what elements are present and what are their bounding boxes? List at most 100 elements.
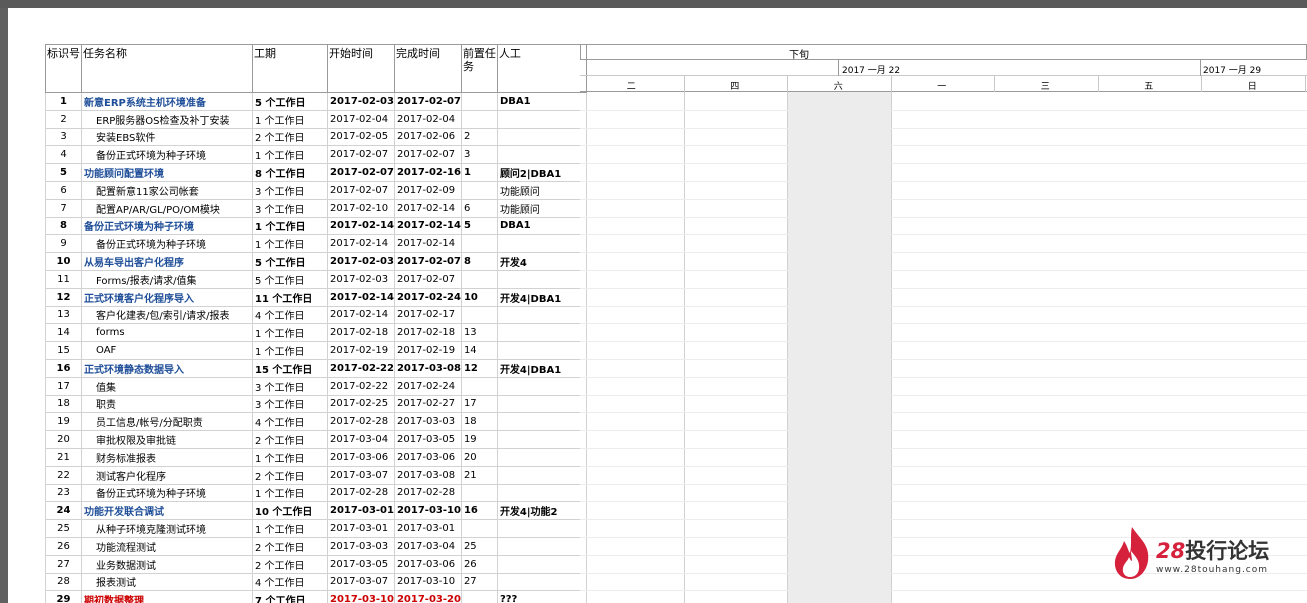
cell-start[interactable]: 2017-02-25 <box>327 394 395 414</box>
cell-finish[interactable]: 2017-02-14 <box>393 234 462 254</box>
cell-finish[interactable]: 2017-02-14 <box>393 216 462 236</box>
cell-name[interactable]: 员工信息/帐号/分配职责 <box>81 412 253 432</box>
table-row[interactable]: 7 配置AP/AR/GL/PO/OM模块 3 个工作日 2017-02-10 2017-… <box>45 198 587 218</box>
cell-name[interactable]: 业务数据测试 <box>81 554 253 574</box>
cell-name[interactable]: 正式环境静态数据导入 <box>81 358 253 378</box>
cell-name[interactable]: 从种子环境克隆测试环境 <box>81 519 253 538</box>
cell-id[interactable]: 17 <box>45 376 82 396</box>
cell-duration[interactable]: 1 个工作日 <box>252 145 328 165</box>
cell-pred[interactable] <box>460 376 498 396</box>
col-header-duration[interactable]: 工期 <box>252 44 328 93</box>
cell-finish[interactable]: 2017-02-28 <box>393 483 462 503</box>
cell-resource[interactable] <box>496 234 587 254</box>
cell-pred[interactable] <box>460 180 498 200</box>
cell-start[interactable]: 2017-02-22 <box>327 376 395 396</box>
cell-start[interactable]: 2017-03-04 <box>327 430 395 449</box>
cell-resource[interactable] <box>496 269 587 289</box>
col-header-id[interactable]: 标识号 <box>45 44 82 93</box>
table-row[interactable]: 22 测试客户化程序 2 个工作日 2017-03-07 2017-03-08 21 <box>45 465 587 485</box>
cell-pred[interactable]: 25 <box>460 536 498 556</box>
cell-id[interactable]: 9 <box>45 234 82 254</box>
cell-resource[interactable] <box>496 483 587 503</box>
cell-resource[interactable]: 功能顾问 <box>496 180 587 200</box>
cell-resource[interactable] <box>496 465 587 485</box>
cell-id[interactable]: 24 <box>45 501 82 521</box>
cell-duration[interactable]: 2 个工作日 <box>252 536 328 556</box>
cell-name[interactable]: 功能流程测试 <box>81 536 253 556</box>
cell-start[interactable]: 2017-02-18 <box>327 323 395 343</box>
cell-duration[interactable]: 15 个工作日 <box>252 358 328 378</box>
cell-start[interactable]: 2017-02-05 <box>327 127 395 147</box>
cell-finish[interactable]: 2017-03-10 <box>393 572 462 592</box>
cell-start[interactable]: 2017-02-14 <box>327 234 395 254</box>
cell-id[interactable]: 3 <box>45 127 82 147</box>
cell-finish[interactable]: 2017-02-24 <box>393 376 462 396</box>
cell-id[interactable]: 1 <box>45 92 82 111</box>
cell-pred[interactable] <box>460 92 498 111</box>
cell-resource[interactable] <box>496 412 587 432</box>
table-row[interactable]: 9 备份正式环境为种子环境 1 个工作日 2017-02-14 2017-02-14 <box>45 234 587 254</box>
cell-duration[interactable]: 2 个工作日 <box>252 554 328 574</box>
cell-name[interactable]: Forms/报表/请求/值集 <box>81 269 253 289</box>
cell-start[interactable]: 2017-03-07 <box>327 465 395 485</box>
table-row[interactable]: 5 功能顾问配置环境 8 个工作日 2017-02-07 2017-02-16 1 顾问2|… <box>45 163 587 182</box>
cell-name[interactable]: 备份正式环境为种子环境 <box>81 216 253 236</box>
cell-start[interactable]: 2017-02-03 <box>327 269 395 289</box>
cell-name[interactable]: 备份正式环境为种子环境 <box>81 483 253 503</box>
cell-duration[interactable]: 1 个工作日 <box>252 341 328 360</box>
table-row[interactable]: 4 备份正式环境为种子环境 1 个工作日 2017-02-07 2017-02-07 3 <box>45 145 587 165</box>
cell-id[interactable]: 20 <box>45 430 82 449</box>
cell-resource[interactable]: 功能顾问 <box>496 198 587 218</box>
table-row[interactable]: 3 安装EBS软件 2 个工作日 2017-02-05 2017-02-06 2 <box>45 127 587 147</box>
cell-name[interactable]: 功能开发联合调试 <box>81 501 253 521</box>
cell-start[interactable]: 2017-03-06 <box>327 447 395 467</box>
cell-duration[interactable]: 1 个工作日 <box>252 519 328 538</box>
cell-duration[interactable]: 3 个工作日 <box>252 376 328 396</box>
cell-duration[interactable]: 2 个工作日 <box>252 465 328 485</box>
cell-finish[interactable]: 2017-02-07 <box>393 92 462 111</box>
cell-id[interactable]: 15 <box>45 341 82 360</box>
cell-duration[interactable]: 2 个工作日 <box>252 430 328 449</box>
col-header-start[interactable]: 开始时间 <box>327 44 395 93</box>
cell-duration[interactable]: 7 个工作日 <box>252 590 328 603</box>
cell-start[interactable]: 2017-02-10 <box>327 198 395 218</box>
table-row[interactable]: 23 备份正式环境为种子环境 1 个工作日 2017-02-28 2017-02-28 <box>45 483 587 503</box>
cell-start[interactable]: 2017-02-22 <box>327 358 395 378</box>
cell-id[interactable]: 25 <box>45 519 82 538</box>
cell-finish[interactable]: 2017-02-19 <box>393 341 462 360</box>
cell-resource[interactable]: 开发4|DBA1 <box>496 287 587 307</box>
cell-id[interactable]: 23 <box>45 483 82 503</box>
table-row[interactable]: 13 客户化建表/包/索引/请求/报表 4 个工作日 2017-02-14 2017-0… <box>45 305 587 325</box>
cell-name[interactable]: 财务标准报表 <box>81 447 253 467</box>
cell-pred[interactable]: 3 <box>460 145 498 165</box>
cell-start[interactable]: 2017-02-14 <box>327 287 395 307</box>
cell-pred[interactable]: 16 <box>460 501 498 521</box>
cell-duration[interactable]: 1 个工作日 <box>252 234 328 254</box>
cell-resource[interactable] <box>496 536 587 556</box>
cell-finish[interactable]: 2017-03-06 <box>393 447 462 467</box>
cell-pred[interactable]: 17 <box>460 394 498 414</box>
cell-pred[interactable]: 19 <box>460 430 498 449</box>
cell-finish[interactable]: 2017-03-01 <box>393 519 462 538</box>
table-row[interactable]: 14 forms 1 个工作日 2017-02-18 2017-02-18 13 <box>45 323 587 343</box>
cell-pred[interactable] <box>460 590 498 603</box>
cell-pred[interactable] <box>460 109 498 129</box>
cell-duration[interactable]: 1 个工作日 <box>252 447 328 467</box>
cell-id[interactable]: 16 <box>45 358 82 378</box>
table-row[interactable]: 10 从易车导出客户化程序 5 个工作日 2017-02-03 2017-02-07 8 开… <box>45 252 587 271</box>
table-row[interactable]: 27 业务数据测试 2 个工作日 2017-03-05 2017-03-06 26 <box>45 554 587 574</box>
cell-finish[interactable]: 2017-03-10 <box>393 501 462 521</box>
cell-start[interactable]: 2017-02-14 <box>327 305 395 325</box>
cell-duration[interactable]: 10 个工作日 <box>252 501 328 521</box>
cell-start[interactable]: 2017-02-28 <box>327 483 395 503</box>
cell-finish[interactable]: 2017-02-09 <box>393 180 462 200</box>
table-row[interactable]: 28 报表测试 4 个工作日 2017-03-07 2017-03-10 27 <box>45 572 587 592</box>
cell-resource[interactable] <box>496 305 587 325</box>
cell-finish[interactable]: 2017-02-24 <box>393 287 462 307</box>
cell-resource[interactable] <box>496 447 587 467</box>
cell-resource[interactable] <box>496 519 587 538</box>
cell-finish[interactable]: 2017-02-18 <box>393 323 462 343</box>
table-row[interactable]: 1 新意ERP系统主机环境准备 5 个工作日 2017-02-03 2017-02-07… <box>45 92 587 111</box>
cell-name[interactable]: 报表测试 <box>81 572 253 592</box>
cell-finish[interactable]: 2017-03-08 <box>393 358 462 378</box>
